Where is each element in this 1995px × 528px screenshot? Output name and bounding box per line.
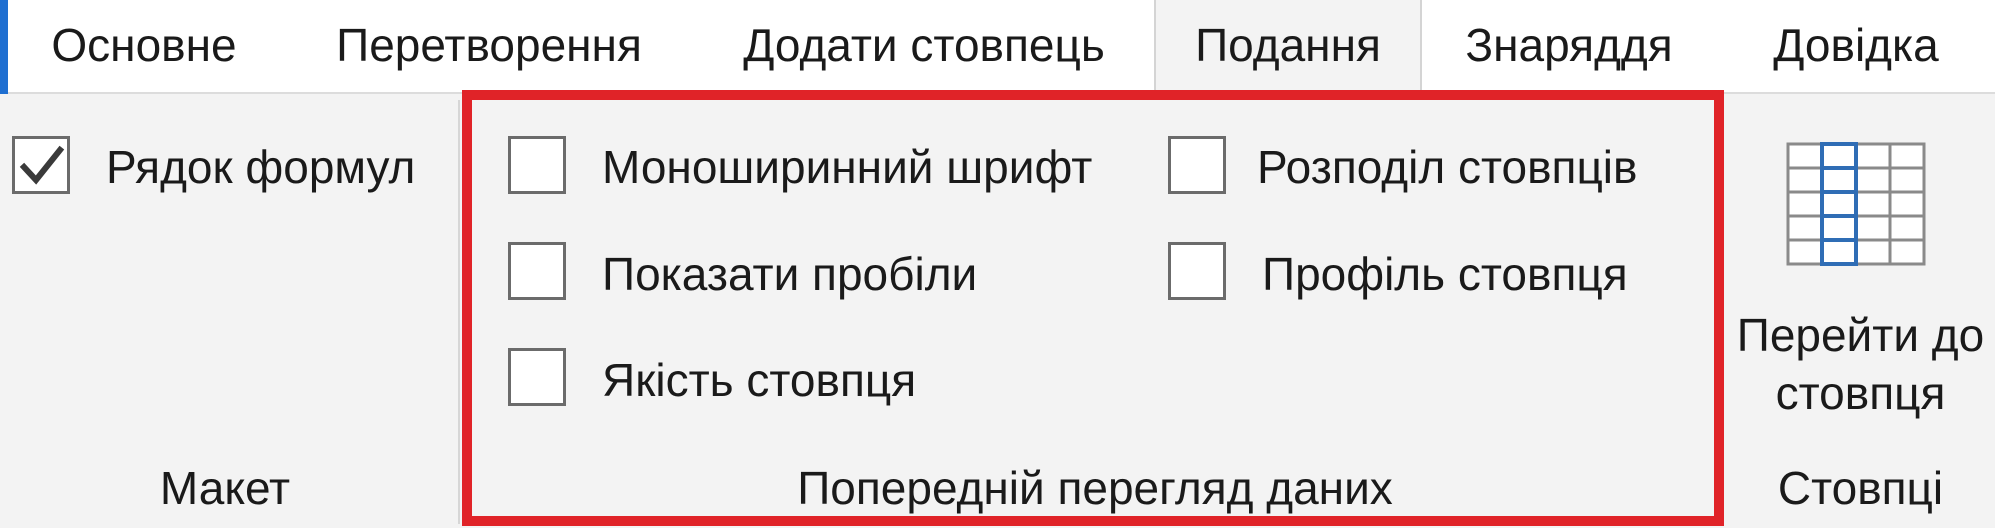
tab-view[interactable]: Подання <box>1154 0 1422 94</box>
tab-tools[interactable]: Знаряддя <box>1460 0 1678 92</box>
go-to-column-button[interactable]: Перейти до стовпця <box>1726 94 1995 434</box>
column-distribution-checkbox[interactable] <box>1168 136 1226 194</box>
show-whitespace-label: Показати пробіли <box>602 248 978 300</box>
column-profile-label: Профіль стовпця <box>1262 248 1628 300</box>
tab-home[interactable]: Основне <box>44 0 244 92</box>
monospaced-checkbox[interactable] <box>508 136 566 194</box>
checkmark-icon <box>19 145 65 185</box>
formula-bar-checkbox[interactable] <box>12 136 70 194</box>
tab-transform[interactable]: Перетворення <box>330 0 648 92</box>
app-accent-bar <box>0 0 8 94</box>
power-query-ribbon: Основне Перетворення Додати стовпець Под… <box>0 0 1995 528</box>
go-to-column-label-line1: Перейти до <box>1736 309 1985 361</box>
layout-group-label: Макет <box>159 462 291 514</box>
column-profile-checkbox[interactable] <box>1168 242 1226 300</box>
columns-group-label: Стовпці <box>1777 462 1944 514</box>
column-grid-icon <box>1786 142 1926 266</box>
column-distribution-label: Розподіл стовпців <box>1257 141 1638 193</box>
group-divider <box>1722 100 1724 524</box>
formula-bar-label: Рядок формул <box>106 141 416 193</box>
group-divider <box>458 100 460 524</box>
data-preview-group-label: Попередній перегляд даних <box>797 462 1393 514</box>
column-quality-checkbox[interactable] <box>508 348 566 406</box>
tab-help[interactable]: Довідка <box>1756 0 1956 92</box>
tab-add-column[interactable]: Додати стовпець <box>736 0 1112 92</box>
monospaced-label: Моноширинний шрифт <box>602 141 1093 193</box>
show-whitespace-checkbox[interactable] <box>508 242 566 300</box>
column-quality-label: Якість стовпця <box>602 354 917 406</box>
ribbon-tab-bar: Основне Перетворення Додати стовпець Под… <box>0 0 1995 94</box>
go-to-column-label-line2: стовпця <box>1775 367 1946 419</box>
